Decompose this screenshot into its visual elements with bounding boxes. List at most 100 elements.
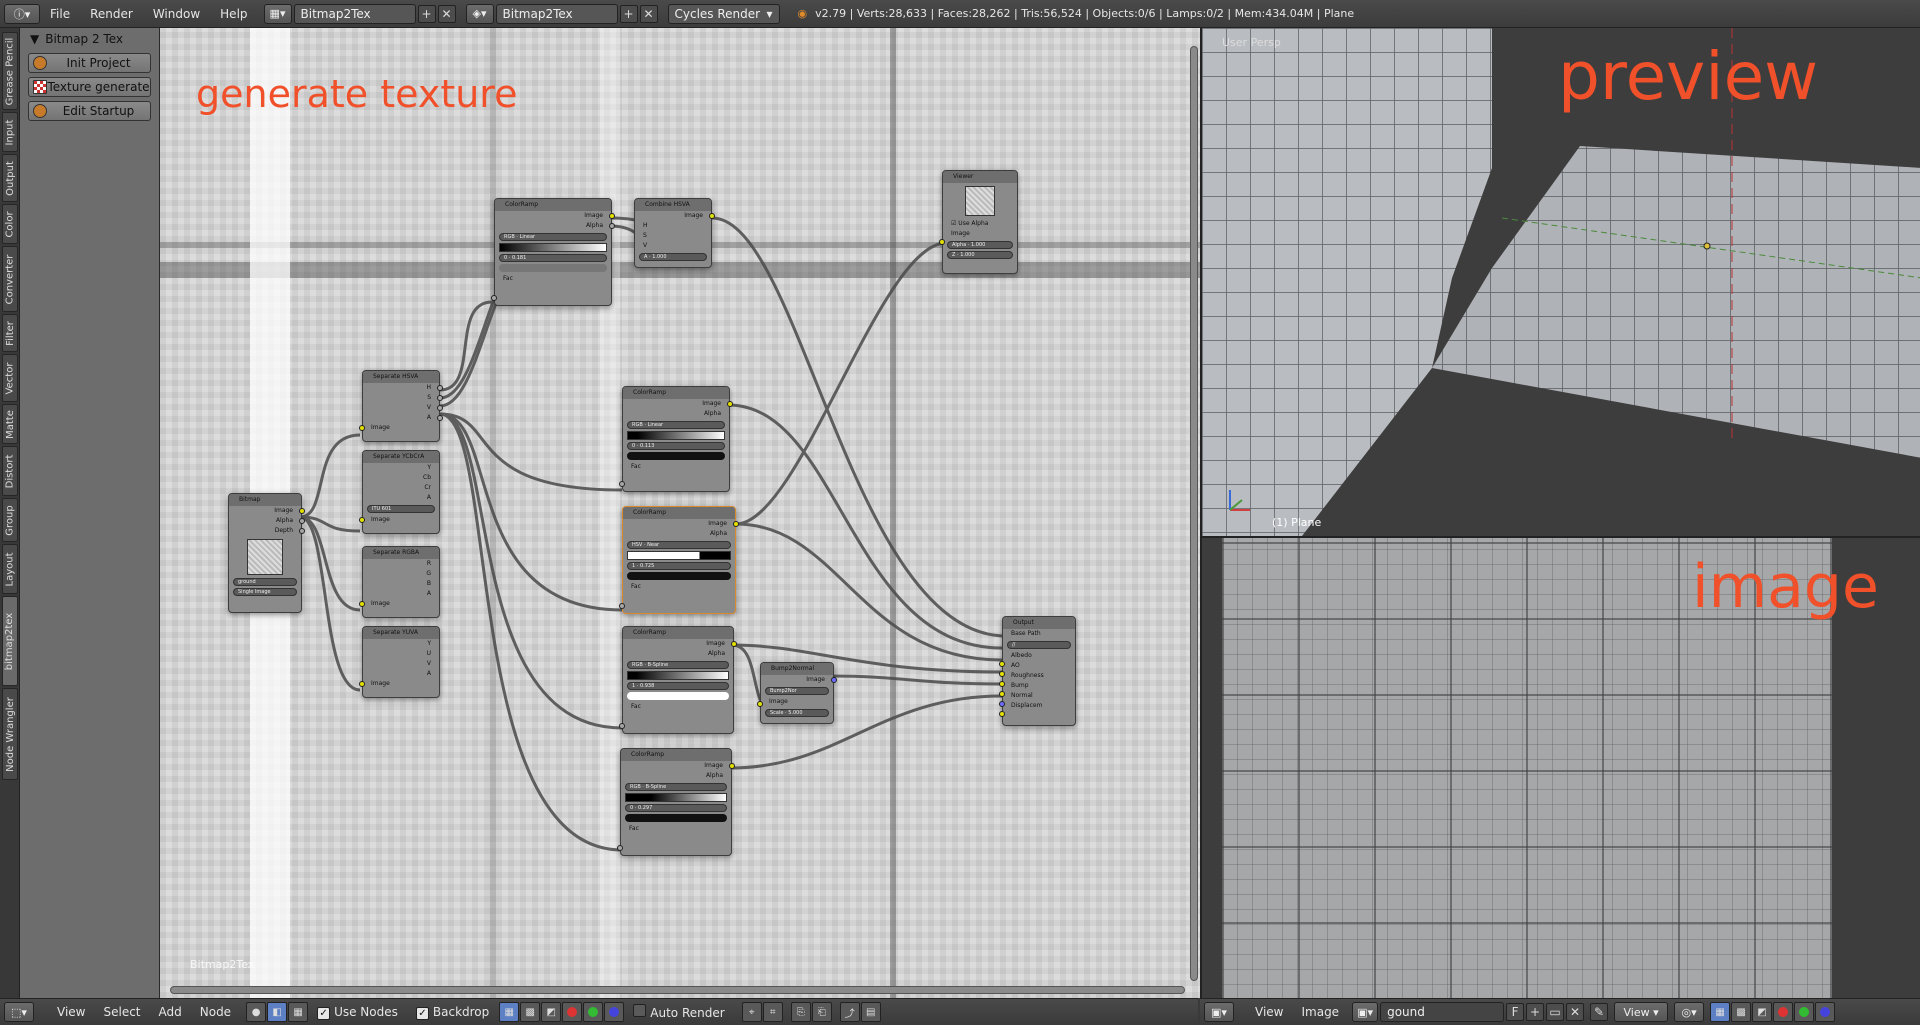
scale-field[interactable]: Scale · 5.000: [765, 709, 829, 717]
ramp-stop[interactable]: 0 · 0.297: [625, 804, 727, 812]
input-socket[interactable]: [757, 701, 763, 707]
checkbox[interactable]: ✓: [317, 1006, 331, 1020]
ramp-controls[interactable]: HSV · Near: [627, 541, 731, 549]
screen-layout-field[interactable]: Bitmap2Tex: [293, 3, 416, 24]
paste-nodes-icon[interactable]: ⎗: [811, 1002, 832, 1022]
auto-render-toggle[interactable]: Auto Render: [624, 1004, 733, 1020]
input-socket[interactable]: [359, 425, 365, 431]
ramp-controls[interactable]: RGB · B-Spline: [627, 661, 729, 669]
shader-tree-icon[interactable]: ●: [246, 1002, 267, 1022]
texture-generate-button[interactable]: Texture generate: [28, 77, 151, 97]
use-nodes-toggle[interactable]: ✓ Use Nodes: [308, 1005, 407, 1020]
input-socket[interactable]: [617, 845, 623, 851]
tab-output[interactable]: Output: [2, 154, 18, 202]
tab-converter[interactable]: Converter: [2, 246, 18, 312]
menu-view[interactable]: View: [48, 1005, 94, 1019]
node-bitmap[interactable]: Bitmap Image Alpha Depth ground Single I…: [228, 493, 305, 613]
input-socket[interactable]: [999, 711, 1005, 717]
node-combine-hsva[interactable]: Combine HSVA Image H S V A · 1.000: [634, 198, 715, 268]
input-socket[interactable]: [999, 701, 1005, 707]
screen-layout-icon[interactable]: ▦▾: [263, 3, 292, 24]
tab-matte[interactable]: Matte: [2, 404, 18, 444]
backdrop-rgba-icon[interactable]: ▦: [499, 1002, 520, 1022]
input-socket[interactable]: [939, 239, 945, 245]
node-separate-yuva[interactable]: Separate YUVA Y U V A Image: [359, 626, 440, 698]
pin-icon[interactable]: ✎: [1590, 1003, 1609, 1021]
input-socket[interactable]: [359, 681, 365, 687]
scene-field[interactable]: Bitmap2Tex: [495, 3, 618, 24]
snap-target-icon[interactable]: ⌗: [762, 1002, 783, 1022]
output-socket[interactable]: [299, 518, 305, 524]
menu-add[interactable]: Add: [150, 1005, 191, 1019]
tab-input[interactable]: Input: [2, 112, 18, 152]
tab-bitmap2tex[interactable]: bitmap2tex: [2, 596, 18, 686]
input-socket[interactable]: [999, 691, 1005, 697]
snap-icon[interactable]: ⌖: [741, 1002, 762, 1022]
tab-vector[interactable]: Vector: [2, 354, 18, 402]
unlink-image-icon[interactable]: ✕: [1566, 1003, 1585, 1021]
image-browse-icon[interactable]: ▣▾: [1352, 1002, 1379, 1022]
add-scene-icon[interactable]: +: [619, 4, 638, 23]
input-socket[interactable]: [999, 671, 1005, 677]
channel-blue-icon[interactable]: [604, 1002, 625, 1022]
editor-type-info-icon[interactable]: ⓘ▾: [4, 3, 40, 24]
checkbox[interactable]: [633, 1004, 647, 1017]
backdrop-rgb-icon[interactable]: ▩: [520, 1002, 541, 1022]
ramp-color-swatch[interactable]: [627, 692, 729, 700]
display-rgba-icon[interactable]: ▦: [1710, 1002, 1731, 1022]
tab-color[interactable]: Color: [2, 204, 18, 244]
display-alpha-icon[interactable]: ◩: [1752, 1002, 1773, 1022]
output-socket[interactable]: [299, 528, 305, 534]
ramp-stop[interactable]: 0 · 0.181: [499, 254, 607, 262]
image-field[interactable]: ground: [233, 578, 297, 586]
output-socket[interactable]: [609, 213, 615, 219]
checkbox[interactable]: ✓: [415, 1006, 429, 1020]
menu-image[interactable]: Image: [1292, 1005, 1348, 1019]
editor-type-image-icon[interactable]: ▣▾: [1204, 1002, 1234, 1022]
3d-viewport[interactable]: User Persp preview (1) Plane: [1200, 28, 1920, 536]
node-colorramp-5[interactable]: ColorRamp Image Alpha RGB · B-Spline 0 ·…: [617, 748, 735, 856]
node-colorramp-2[interactable]: ColorRamp Image Alpha RGB · Linear 0 · 0…: [619, 386, 733, 492]
tab-filter[interactable]: Filter: [2, 314, 18, 352]
output-socket[interactable]: [437, 405, 443, 411]
add-screen-icon[interactable]: +: [417, 4, 436, 23]
ramp-stop[interactable]: 0 · 0.113: [627, 442, 725, 450]
output-socket[interactable]: [437, 385, 443, 391]
output-socket[interactable]: [709, 213, 715, 219]
node-colorramp-1[interactable]: ColorRamp Image Alpha RGB · Linear 0 · 0…: [491, 198, 615, 306]
output-socket[interactable]: [437, 395, 443, 401]
output-socket[interactable]: [731, 641, 737, 647]
ramp-controls[interactable]: RGB · B-Spline: [625, 783, 727, 791]
color-ramp[interactable]: [627, 671, 729, 680]
scene-icon[interactable]: ◈▾: [465, 3, 494, 24]
input-socket[interactable]: [491, 295, 497, 301]
channel-blue-icon[interactable]: [1815, 1002, 1836, 1022]
color-ramp[interactable]: [625, 793, 727, 802]
ramp-color-swatch[interactable]: [627, 572, 731, 580]
new-image-icon[interactable]: +: [1526, 1003, 1545, 1021]
output-socket[interactable]: [609, 223, 615, 229]
fake-user-toggle[interactable]: F: [1506, 1003, 1525, 1021]
menu-select[interactable]: Select: [94, 1005, 149, 1019]
menu-node[interactable]: Node: [191, 1005, 240, 1019]
copy-nodes-icon[interactable]: ⎘: [790, 1002, 811, 1022]
channel-green-icon[interactable]: [1794, 1002, 1815, 1022]
input-socket[interactable]: [999, 681, 1005, 687]
color-ramp[interactable]: [627, 431, 725, 440]
menu-render[interactable]: Render: [80, 7, 143, 21]
z-field[interactable]: Z · 1.000: [947, 251, 1013, 259]
color-ramp[interactable]: [499, 243, 607, 252]
tab-group[interactable]: Group: [2, 498, 18, 542]
color-ramp[interactable]: [627, 551, 731, 560]
channel-red-icon[interactable]: [562, 1002, 583, 1022]
ramp-stop[interactable]: 1 · 0.938: [627, 682, 729, 690]
input-socket[interactable]: [359, 601, 365, 607]
input-socket[interactable]: [619, 603, 625, 609]
output-socket[interactable]: [729, 763, 735, 769]
node-separate-rgba[interactable]: Separate RGBA R G B A Image: [359, 546, 440, 618]
object-origin[interactable]: [1703, 242, 1711, 250]
image-editor[interactable]: image: [1200, 536, 1920, 998]
texture-tree-icon[interactable]: ▦: [288, 1002, 309, 1022]
ramp-controls[interactable]: RGB · Linear: [627, 421, 725, 429]
ramp-color-swatch[interactable]: [625, 814, 727, 822]
